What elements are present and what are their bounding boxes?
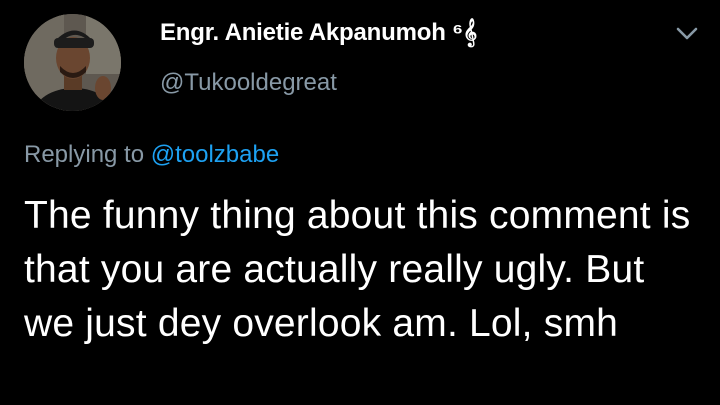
display-name[interactable]: Engr. Anietie Akpanumoh ⁶𝄞 bbox=[160, 19, 477, 47]
tweet: Engr. Anietie Akpanumoh ⁶𝄞 @Tukooldegrea… bbox=[0, 0, 720, 405]
replying-to-label: Replying to bbox=[24, 141, 151, 168]
chevron-down-icon[interactable] bbox=[674, 22, 700, 44]
user-handle[interactable]: @Tukooldegreat bbox=[160, 69, 337, 97]
profile-photo-icon bbox=[24, 14, 121, 111]
tweet-text: The funny thing about this comment is th… bbox=[24, 194, 691, 345]
replying-to-line: Replying to @toolzbabe bbox=[24, 141, 279, 169]
avatar[interactable] bbox=[24, 14, 121, 111]
reply-mention-link[interactable]: @toolzbabe bbox=[151, 141, 279, 168]
